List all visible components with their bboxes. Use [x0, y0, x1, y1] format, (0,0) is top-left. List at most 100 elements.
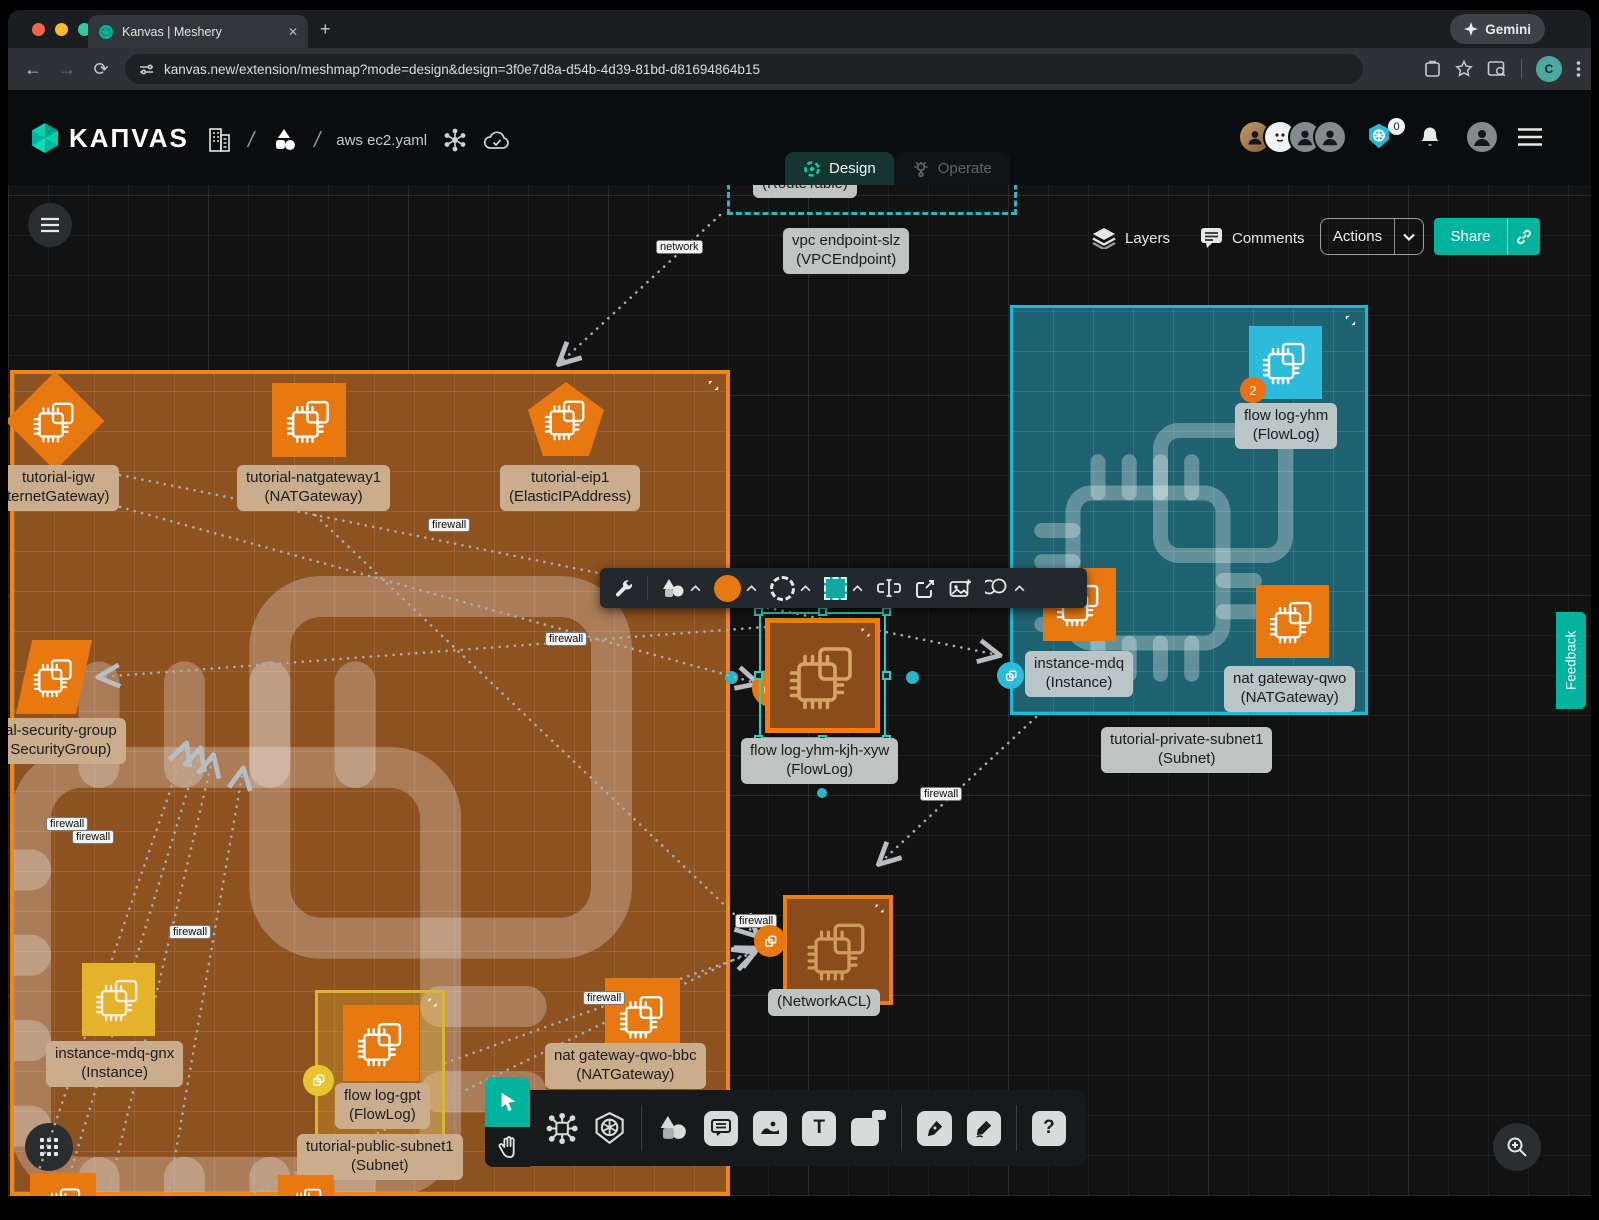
chip-icon — [94, 975, 142, 1023]
share-link-icon[interactable] — [1508, 229, 1540, 245]
kubernetes-icon[interactable] — [593, 1111, 626, 1145]
node-label-flow-log-gpt: flow log-gpt (FlowLog) — [335, 1083, 430, 1129]
private-subnet-link-badge[interactable] — [997, 662, 1024, 689]
tab-title: Kanvas | Meshery — [122, 25, 280, 39]
networkacl-link-badge[interactable] — [754, 925, 786, 957]
canvas-menu-button[interactable] — [28, 203, 72, 247]
selection-handle[interactable] — [754, 671, 763, 680]
resize-icon[interactable] — [1344, 314, 1357, 327]
connection-port[interactable] — [906, 671, 919, 684]
node-label-private-subnet: tutorial-private-subnet1 (Subnet) — [1101, 727, 1272, 773]
tab-design[interactable]: Design — [785, 152, 894, 185]
resize-icon[interactable] — [860, 627, 871, 638]
kanvas-logo[interactable]: KAΠVAS — [30, 122, 189, 154]
user-profile-avatar[interactable] — [1465, 120, 1499, 154]
group-style-tool[interactable] — [985, 577, 1025, 599]
reload-button[interactable]: ⟳ — [84, 59, 118, 80]
edge-label-firewall: firewall — [920, 787, 962, 801]
rename-icon[interactable] — [876, 578, 902, 598]
selection-handle[interactable] — [882, 607, 891, 616]
bookmark-star-icon[interactable] — [1455, 60, 1473, 78]
edge-label-firewall: firewall — [46, 817, 88, 831]
image-tool[interactable] — [753, 1111, 787, 1146]
tab-operate[interactable]: Operate — [894, 152, 1010, 185]
cloud-sync-icon[interactable] — [483, 129, 511, 151]
node-elastic-ip[interactable] — [526, 380, 606, 458]
avatar[interactable] — [1313, 120, 1347, 154]
node-clipped[interactable] — [30, 1173, 96, 1196]
connection-port[interactable] — [817, 788, 827, 798]
app-menu-icon[interactable] — [1517, 127, 1543, 147]
open-in-new-icon[interactable] — [915, 578, 936, 599]
bell-icon[interactable] — [1419, 125, 1441, 149]
zoom-search-button[interactable] — [1493, 1123, 1541, 1171]
actions-button[interactable]: Actions — [1320, 218, 1424, 255]
node-nat-gateway-1[interactable] — [272, 383, 346, 457]
gemini-button[interactable]: Gemini — [1450, 14, 1545, 44]
selection-handle[interactable] — [754, 607, 763, 616]
chevron-up-icon — [1014, 585, 1025, 592]
node-security-group[interactable] — [16, 640, 92, 714]
selection-handle[interactable] — [882, 671, 891, 680]
actions-dropdown-icon[interactable] — [1395, 233, 1423, 241]
breadcrumb-separator: / — [314, 127, 320, 153]
resize-icon[interactable] — [874, 903, 885, 914]
chip-icon — [288, 1185, 325, 1196]
forward-button[interactable]: → — [50, 59, 84, 80]
browser-profile-avatar[interactable]: C — [1536, 56, 1562, 82]
comments-button[interactable]: Comments — [1200, 227, 1305, 249]
node-label-routetable: (RouteTable) — [753, 185, 857, 198]
tools-icon[interactable] — [613, 578, 634, 599]
flow-log-gpt-link-badge[interactable] — [303, 1065, 334, 1096]
node-nat-gateway-qwo[interactable] — [1256, 585, 1329, 658]
shape-swap-tool[interactable] — [824, 577, 863, 600]
feedback-tab[interactable]: Feedback — [1556, 612, 1586, 709]
comment-tool[interactable] — [704, 1111, 738, 1146]
selection-handle[interactable] — [818, 607, 827, 616]
pan-tool[interactable] — [485, 1127, 530, 1167]
window-close-button[interactable] — [32, 23, 45, 36]
apps-grid-button[interactable] — [25, 1123, 73, 1171]
resize-icon[interactable] — [707, 379, 720, 392]
shapes-tool[interactable] — [661, 577, 701, 599]
node-nat-gateway-qwo-bbc[interactable] — [605, 978, 680, 1053]
node-clipped[interactable] — [278, 1175, 334, 1196]
chip-icon — [805, 917, 871, 983]
layers-button[interactable]: Layers — [1092, 227, 1170, 249]
tab-close-icon[interactable]: ✕ — [288, 25, 298, 39]
kubernetes-snowflake-icon[interactable] — [443, 128, 467, 152]
bookmarks-panel-icon[interactable] — [1424, 60, 1441, 78]
search-tabs-icon[interactable] — [1487, 60, 1507, 78]
components-icon[interactable] — [546, 1112, 578, 1145]
design-canvas[interactable]: (RouteTable) vpc endpoint-slz (VPCEndpoi… — [8, 185, 1591, 1196]
sketch-tool[interactable] — [967, 1111, 1001, 1146]
border-style-tool[interactable] — [770, 576, 811, 601]
sparkle-icon — [1464, 22, 1478, 36]
url-field[interactable]: kanvas.new/extension/meshmap?mode=design… — [125, 54, 1363, 84]
back-button[interactable]: ← — [16, 59, 50, 80]
node-label-nat-gateway-qwo-bbc: nat gateway-qwo-bbc (NATGateway) — [545, 1043, 706, 1089]
node-flow-log-selected[interactable] — [759, 612, 886, 739]
help-button[interactable]: ? — [1032, 1111, 1066, 1146]
fill-color-tool[interactable] — [714, 575, 757, 602]
node-flow-log-gpt[interactable] — [343, 1005, 419, 1081]
node-instance-mdq-gnx[interactable] — [82, 963, 155, 1036]
browser-tab[interactable]: Kanvas | Meshery ✕ — [88, 15, 308, 48]
new-tab-button[interactable]: + — [320, 20, 331, 38]
share-button[interactable]: Share — [1434, 218, 1540, 255]
node-label-igw: tutorial-igw ternetGateway) — [8, 465, 119, 511]
shapes-tool-icon[interactable] — [657, 1113, 688, 1143]
pen-tool[interactable] — [917, 1111, 951, 1146]
window-minimize-button[interactable] — [55, 23, 68, 36]
organization-icon[interactable] — [206, 126, 232, 154]
design-file-name[interactable]: aws ec2.yaml — [336, 132, 427, 149]
note-tool[interactable] — [851, 1110, 886, 1146]
resize-icon[interactable] — [427, 997, 438, 1008]
workspace-shapes-icon[interactable] — [270, 127, 298, 153]
browser-menu-icon[interactable] — [1576, 60, 1581, 78]
add-image-icon[interactable] — [949, 578, 972, 599]
environment-status[interactable]: 0 — [1365, 122, 1401, 152]
select-tool[interactable] — [485, 1077, 530, 1127]
connection-port[interactable] — [725, 671, 738, 684]
text-tool[interactable]: T — [802, 1111, 836, 1146]
